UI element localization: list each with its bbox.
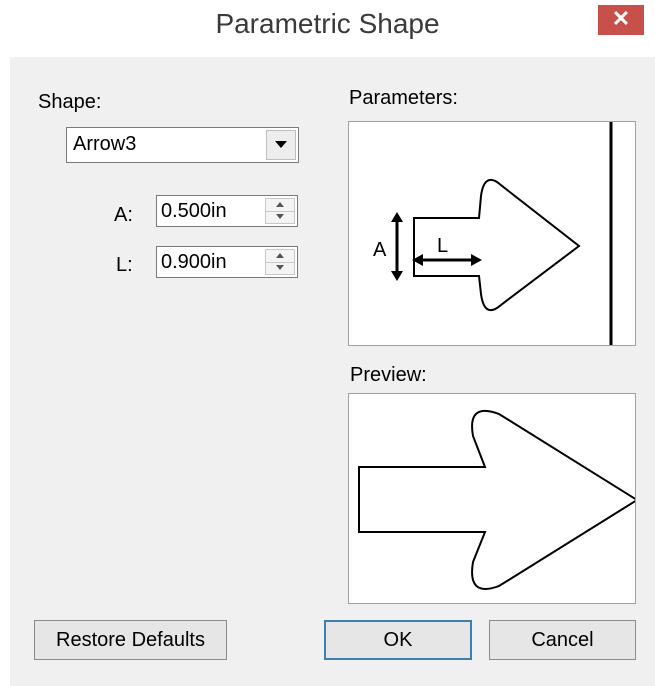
restore-defaults-button[interactable]: Restore Defaults (34, 620, 227, 660)
param-l-stepper[interactable]: 0.900in (156, 246, 298, 278)
preview-label: Preview: (350, 364, 427, 386)
param-l-spin-buttons (265, 249, 295, 275)
param-l-decrement-button[interactable] (266, 262, 294, 274)
param-a-spin-buttons (265, 198, 295, 224)
preview-svg (358, 409, 635, 590)
close-button[interactable]: ✕ (598, 5, 644, 35)
close-icon: ✕ (611, 6, 631, 31)
preview-arrow-shape (358, 409, 635, 590)
shape-dropdown-button[interactable] (266, 130, 296, 160)
parametric-shape-dialog: Parametric Shape ✕ Shape: Arrow3 A: 0.50… (0, 0, 655, 686)
shape-select[interactable]: Arrow3 (66, 127, 299, 163)
parameters-diagram: A L (348, 121, 636, 346)
dimension-a-label: A (373, 239, 387, 261)
dimension-a-arrowhead-top (391, 212, 403, 222)
param-a-label: A: (114, 204, 133, 226)
spin-up-icon (276, 253, 284, 258)
shape-label: Shape: (38, 91, 102, 113)
param-a-stepper[interactable]: 0.500in (156, 195, 298, 227)
spin-down-icon (276, 265, 284, 270)
spin-up-icon (276, 202, 284, 207)
shape-select-value: Arrow3 (73, 133, 137, 155)
param-a-value: 0.500in (161, 200, 227, 222)
param-a-decrement-button[interactable] (266, 211, 294, 223)
dialog-title: Parametric Shape (215, 8, 440, 39)
dimension-l-label: L (437, 235, 448, 257)
spin-down-icon (276, 214, 284, 219)
dimension-a-arrowhead-bottom (391, 271, 403, 281)
preview-panel (348, 393, 636, 604)
cancel-button[interactable]: Cancel (489, 620, 636, 660)
title-bar[interactable]: Parametric Shape ✕ (0, 0, 655, 56)
param-l-value: 0.900in (161, 251, 227, 273)
parameters-svg: A L (373, 122, 613, 345)
chevron-down-icon (275, 141, 287, 148)
parameters-label: Parameters: (349, 87, 458, 109)
ok-button[interactable]: OK (324, 620, 472, 660)
param-l-label: L: (116, 254, 133, 276)
